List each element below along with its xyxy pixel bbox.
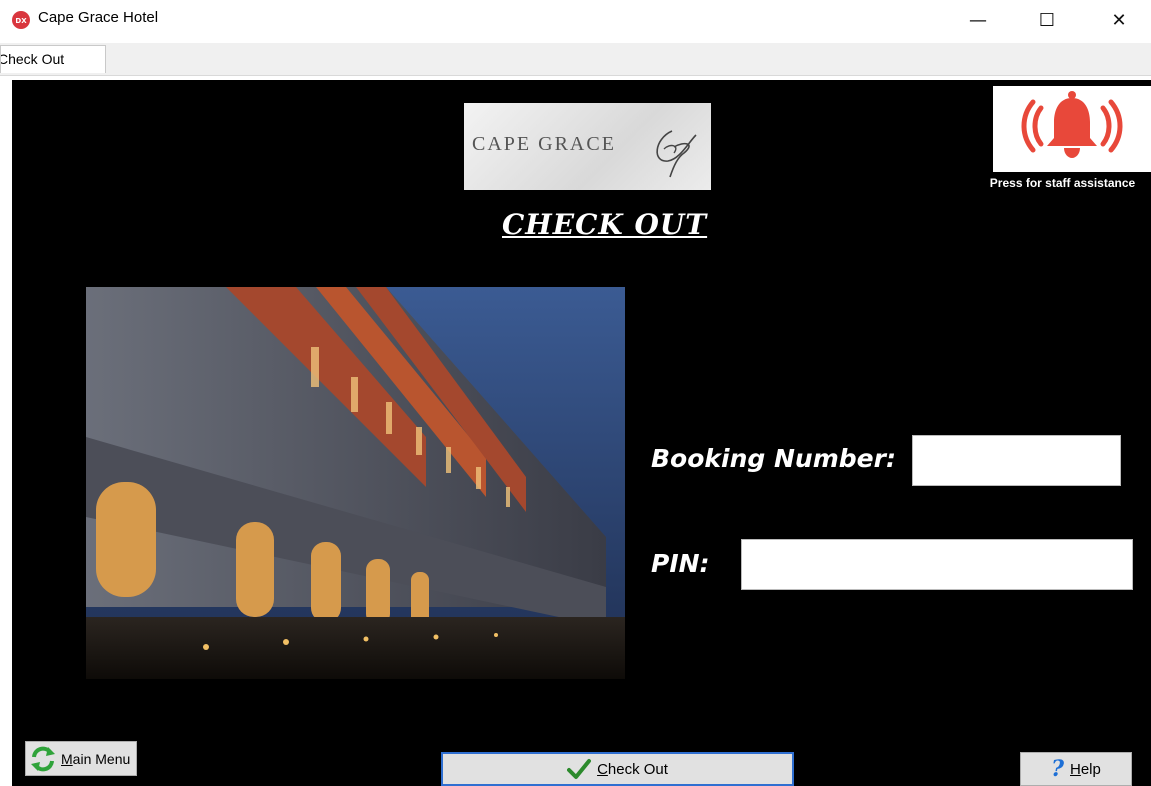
check-out-label: heck Out	[607, 760, 668, 778]
hotel-building-image	[86, 287, 625, 679]
maximize-button[interactable]: ☐	[1024, 0, 1070, 40]
hotel-photo	[86, 287, 625, 679]
booking-number-input[interactable]	[912, 435, 1121, 486]
staff-assistance-button[interactable]	[993, 86, 1151, 172]
close-icon: ✕	[1111, 9, 1127, 31]
minimize-button[interactable]: —	[955, 0, 1001, 40]
close-button[interactable]: ✕	[1096, 0, 1142, 40]
pin-label: PIN:	[651, 549, 710, 578]
alarm-bell-icon	[1021, 91, 1123, 158]
help-button[interactable]: ? Help	[1020, 752, 1132, 786]
cape-grace-logo: CAPE GRACE	[464, 103, 711, 190]
booking-number-label: Booking Number:	[651, 444, 896, 473]
maximize-icon: ☐	[1038, 9, 1056, 31]
svg-text:DX: DX	[15, 17, 27, 25]
logo-text: CAPE GRACE	[472, 133, 616, 155]
main-menu-accel: M	[61, 750, 73, 767]
question-mark-icon: ?	[1051, 756, 1064, 782]
pin-input[interactable]	[741, 539, 1133, 590]
app-logo-icon: DX	[12, 11, 30, 29]
page-title: CHECK OUT	[502, 208, 708, 241]
check-out-button[interactable]: Check Out	[441, 752, 794, 786]
checkmark-icon	[567, 759, 592, 779]
window-title: Cape Grace Hotel	[38, 9, 159, 26]
help-accel: H	[1070, 760, 1081, 778]
help-label: elp	[1080, 760, 1101, 778]
signature-icon	[656, 130, 697, 178]
check-out-accel: C	[597, 760, 608, 778]
tab-label: Check Out	[0, 51, 65, 67]
title-bar: DX Cape Grace Hotel — ☐ ✕	[0, 0, 1151, 40]
main-menu-label: ain Menu	[72, 750, 131, 767]
refresh-icon	[31, 746, 55, 771]
minimize-icon: —	[969, 9, 987, 31]
tab-strip: Check Out	[0, 43, 1151, 76]
main-menu-button[interactable]: Main Menu	[25, 741, 137, 776]
tab-check-out[interactable]: Check Out	[0, 45, 106, 73]
staff-assistance-caption: Press for staff assistance	[989, 176, 1136, 190]
